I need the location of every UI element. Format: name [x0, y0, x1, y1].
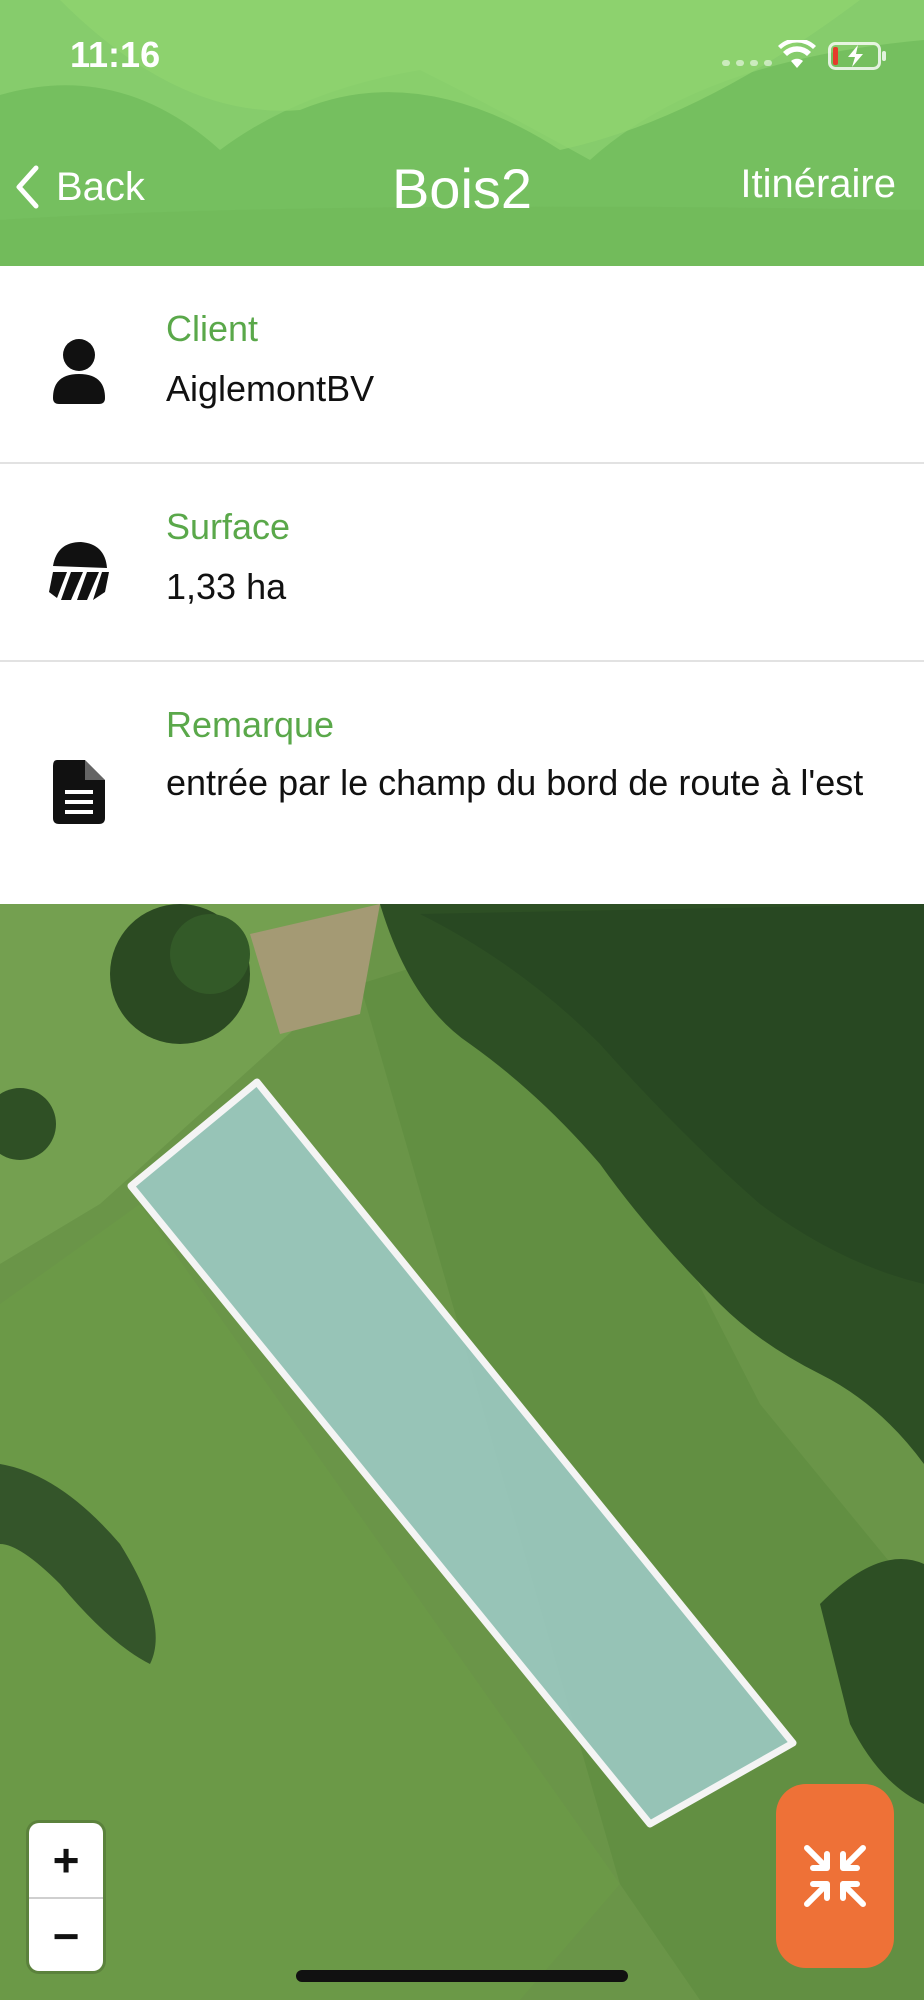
signal-icon: [722, 60, 772, 66]
status-time: 11:16: [70, 34, 161, 75]
back-label: Back: [56, 164, 145, 209]
remark-row: Remarque entrée par le champ du bord de …: [0, 662, 924, 904]
back-button[interactable]: Back: [14, 160, 145, 214]
document-icon: [46, 760, 112, 824]
surface-label: Surface: [166, 506, 291, 547]
zoom-out-button[interactable]: −: [29, 1899, 103, 1973]
home-indicator: [296, 1970, 628, 1982]
collapse-map-button[interactable]: [776, 1784, 894, 1968]
remark-label: Remarque: [166, 704, 335, 745]
battery-icon: [828, 42, 886, 70]
person-icon: [46, 338, 112, 404]
zoom-in-button[interactable]: +: [29, 1823, 103, 1899]
zoom-control: + −: [29, 1823, 103, 1971]
surface-value: 1,33 ha: [166, 566, 287, 607]
route-button[interactable]: Itinéraire: [740, 162, 896, 207]
client-value: AiglemontBV: [166, 368, 375, 409]
collapse-arrows-icon: [804, 1845, 866, 1907]
surface-row: Surface 1,33 ha: [0, 464, 924, 660]
wifi-icon: [778, 40, 816, 68]
chevron-left-icon: [16, 165, 39, 209]
client-label: Client: [166, 308, 259, 349]
surface-icon: [46, 540, 112, 600]
client-row: Client AiglemontBV: [0, 266, 924, 462]
header-bar: 11:16 Back Bois2 Itinéraire: [0, 0, 924, 266]
remark-value: entrée par le champ du bord de route à l…: [166, 762, 864, 803]
